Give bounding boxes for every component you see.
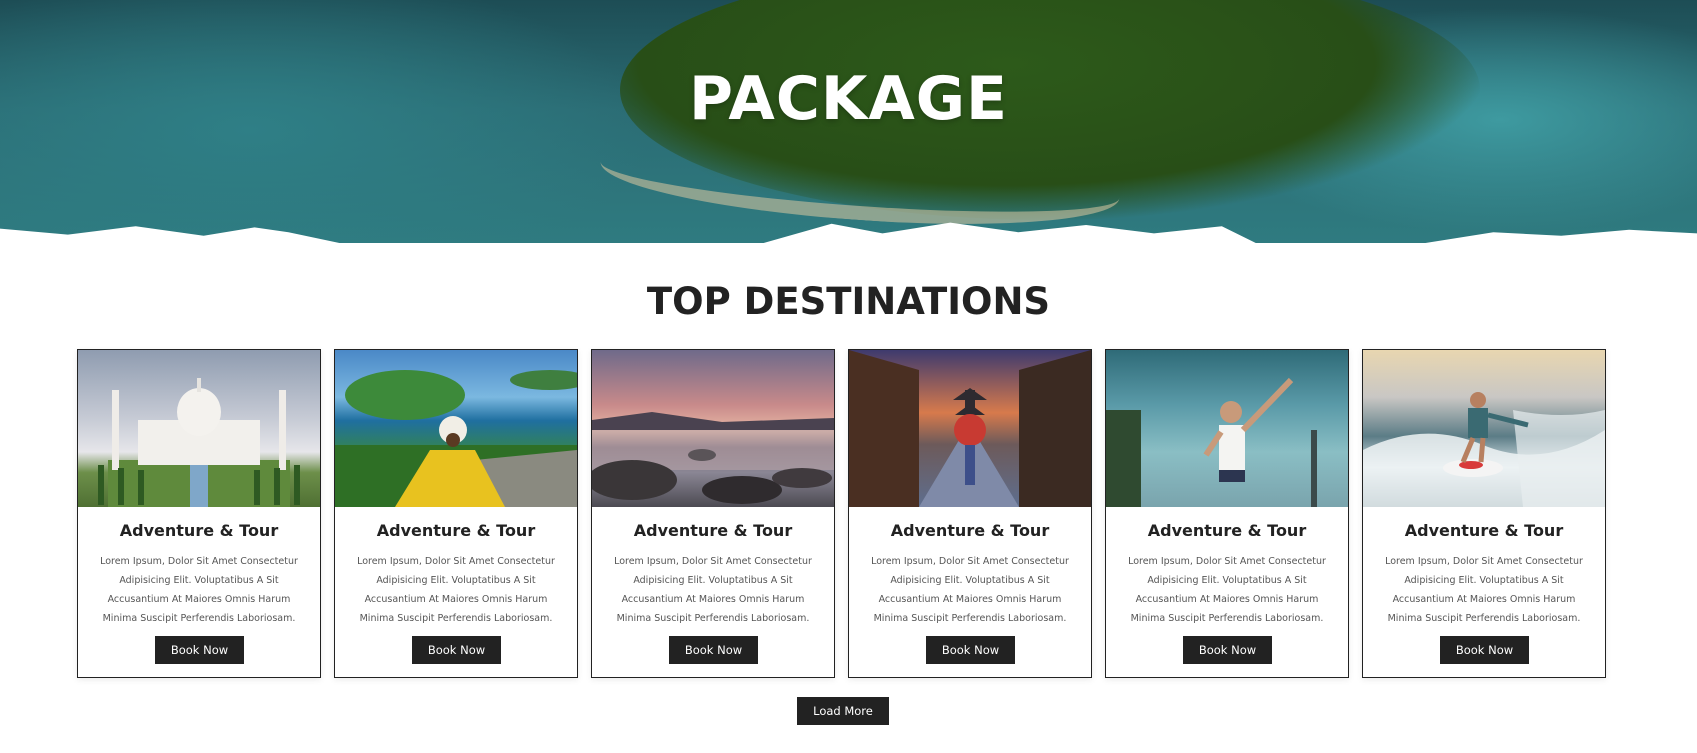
destination-card: Adventure & Tour Lorem Ipsum, Dolor Sit … — [848, 349, 1092, 678]
card-description: Lorem Ipsum, Dolor Sit Amet Consectetur … — [1385, 556, 1583, 624]
card-title: Adventure & Tour — [633, 521, 793, 540]
island-woman-yellow-dress-photo — [335, 350, 577, 507]
card-title: Adventure & Tour — [1404, 521, 1564, 540]
card-description: Lorem Ipsum, Dolor Sit Amet Consectetur … — [1128, 556, 1326, 624]
man-arms-raised-illustration — [1106, 377, 1317, 507]
card-title: Adventure & Tour — [890, 521, 1050, 540]
book-now-button[interactable]: Book Now — [412, 636, 501, 664]
island-woman-illustration — [335, 370, 577, 507]
rocky-shore-illustration — [592, 412, 834, 504]
card-description: Lorem Ipsum, Dolor Sit Amet Consectetur … — [871, 556, 1069, 624]
card-description: Lorem Ipsum, Dolor Sit Amet Consectetur … — [100, 556, 298, 624]
destination-card: Adventure & Tour Lorem Ipsum, Dolor Sit … — [591, 349, 835, 678]
card-description: Lorem Ipsum, Dolor Sit Amet Consectetur … — [614, 556, 812, 624]
taj-mahal-illustration — [98, 378, 300, 507]
destination-card: Adventure & Tour Lorem Ipsum, Dolor Sit … — [1105, 349, 1349, 678]
woman-surfing-illustration — [1363, 392, 1605, 507]
card-title: Adventure & Tour — [1147, 521, 1307, 540]
book-now-button[interactable]: Book Now — [669, 636, 758, 664]
load-more-button[interactable]: Load More — [797, 697, 889, 725]
book-now-button[interactable]: Book Now — [155, 636, 244, 664]
taj-mahal-photo — [78, 350, 320, 507]
destination-cards: Adventure & Tour Lorem Ipsum, Dolor Sit … — [77, 349, 1610, 678]
japanese-street-illustration — [849, 350, 1091, 507]
hero-banner: PACKAGE — [0, 0, 1697, 243]
woman-surfing-photo — [1363, 350, 1605, 507]
section-title: TOP DESTINATIONS — [646, 280, 1051, 323]
book-now-button[interactable]: Book Now — [1440, 636, 1529, 664]
rocky-shore-sunset-photo — [592, 350, 834, 507]
destination-card: Adventure & Tour Lorem Ipsum, Dolor Sit … — [1362, 349, 1606, 678]
card-title: Adventure & Tour — [376, 521, 536, 540]
card-title: Adventure & Tour — [119, 521, 279, 540]
destination-card: Adventure & Tour Lorem Ipsum, Dolor Sit … — [334, 349, 578, 678]
book-now-button[interactable]: Book Now — [1183, 636, 1272, 664]
destination-card: Adventure & Tour Lorem Ipsum, Dolor Sit … — [77, 349, 321, 678]
hero-title: PACKAGE — [688, 64, 1009, 134]
hero-brush-edge — [0, 222, 1697, 243]
japanese-street-pagoda-photo — [849, 350, 1091, 507]
card-description: Lorem Ipsum, Dolor Sit Amet Consectetur … — [357, 556, 555, 624]
man-arms-raised-photo — [1106, 350, 1348, 507]
book-now-button[interactable]: Book Now — [926, 636, 1015, 664]
